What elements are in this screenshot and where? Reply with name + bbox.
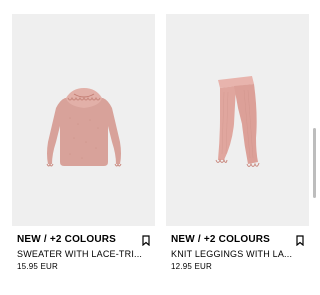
product-card-sweater[interactable]: NEW / +2 COLOURS SWEATER WITH LACE-TRI..… xyxy=(12,14,155,272)
bookmark-icon[interactable] xyxy=(142,235,150,246)
product-price: 12.95 EUR xyxy=(171,262,212,271)
product-image-leggings[interactable] xyxy=(166,14,309,226)
product-title: NEW / +2 COLOURS xyxy=(171,234,271,245)
sweater-image xyxy=(46,88,122,167)
product-name[interactable]: SWEATER WITH LACE-TRI... xyxy=(17,249,155,260)
product-image-sweater[interactable] xyxy=(12,14,155,226)
product-price: 15.95 EUR xyxy=(17,262,58,271)
bookmark-icon[interactable] xyxy=(296,235,304,246)
product-title: NEW / +2 COLOURS xyxy=(17,234,117,245)
product-name[interactable]: KNIT LEGGINGS WITH LA... xyxy=(171,249,309,260)
product-card-leggings[interactable]: NEW / +2 COLOURS KNIT LEGGINGS WITH LA..… xyxy=(166,14,309,272)
scrollbar[interactable] xyxy=(313,128,316,198)
leggings-image xyxy=(215,76,260,167)
